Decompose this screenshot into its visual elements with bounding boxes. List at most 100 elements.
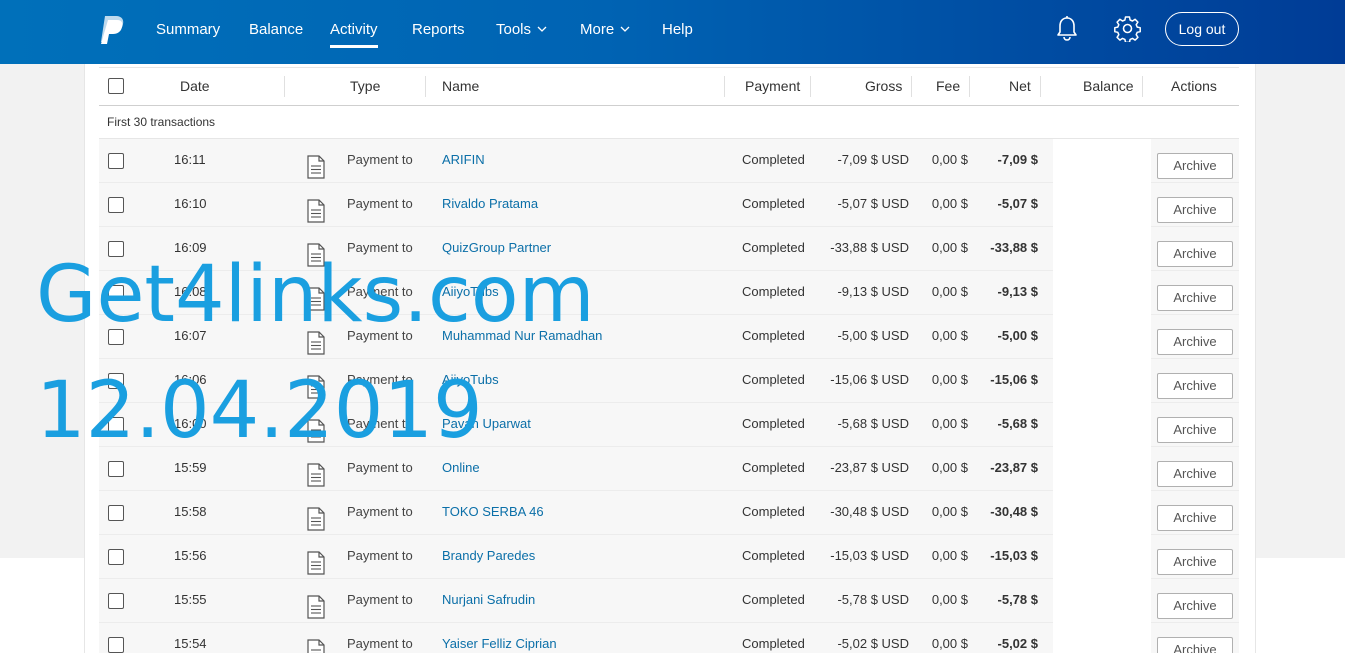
logout-button[interactable]: Log out [1165,12,1239,46]
row-checkbox[interactable] [108,329,124,345]
column-divider[interactable] [1142,76,1143,97]
row-type: Payment to [347,548,413,563]
nav-item-label: Balance [249,21,304,38]
row-name-link[interactable]: Online [442,460,480,475]
row-name-link[interactable]: Nurjani Safrudin [442,592,535,607]
row-name-link[interactable]: TOKO SERBA 46 [442,504,544,519]
row-checkbox[interactable] [108,373,124,389]
row-type: Payment to [347,284,413,299]
nav-item-balance[interactable]: Balance [249,21,303,39]
paypal-logo-icon[interactable] [98,14,126,46]
nav-item-more[interactable]: More [580,21,630,39]
column-divider[interactable] [969,76,970,97]
archive-button[interactable]: Archive [1157,637,1233,653]
header-name[interactable]: Name [442,78,479,94]
row-checkbox[interactable] [108,549,124,565]
row-checkbox[interactable] [108,417,124,433]
archive-button[interactable]: Archive [1157,461,1233,487]
row-background [99,403,1053,447]
archive-button[interactable]: Archive [1157,153,1233,179]
archive-button[interactable]: Archive [1157,373,1233,399]
nav-item-label: Tools [496,21,532,38]
row-name-link[interactable]: ARIFIN [442,152,485,167]
row-time: 16:10 [174,196,207,211]
row-gross: -5,07 $ USD [837,196,909,211]
table-row[interactable]: 15:59 Payment to Online Completed -23,87 $ U… [99,447,1239,491]
column-divider[interactable] [425,76,426,97]
archive-button[interactable]: Archive [1157,505,1233,531]
chevron-down-icon [620,26,630,32]
row-time: 16:06 [174,372,207,387]
nav-item-summary[interactable]: Summary [156,21,220,39]
row-name-link[interactable]: Brandy Paredes [442,548,535,563]
row-background [99,183,1053,227]
row-fee: 0,00 $ [931,372,968,387]
archive-button[interactable]: Archive [1157,593,1233,619]
nav-item-tools[interactable]: Tools [496,21,547,39]
row-checkbox[interactable] [108,153,124,169]
archive-button[interactable]: Archive [1157,285,1233,311]
table-row[interactable]: 15:55 Payment to Nurjani Safrudin Completed… [99,579,1239,623]
row-checkbox[interactable] [108,593,124,609]
table-row[interactable]: 16:10 Payment to Rivaldo Pratama Completed -… [99,183,1239,227]
row-fee: 0,00 $ [931,284,968,299]
table-row[interactable]: 16:08 Payment to AiiyoTubs Completed -9,13 $… [99,271,1239,315]
header-type[interactable]: Type [350,78,380,94]
nav-item-help[interactable]: Help [662,21,693,39]
row-fee: 0,00 $ [931,548,968,563]
chevron-down-icon [537,26,547,32]
table-row[interactable]: 16:06 Payment to AiiyoTubs Completed -15,06 … [99,359,1239,403]
table-row[interactable]: 16:00 Payment to Pavan Uparwat Completed -5,… [99,403,1239,447]
table-row[interactable]: 16:09 Payment to QuizGroup Partner Complete… [99,227,1239,271]
row-checkbox[interactable] [108,505,124,521]
table-row[interactable]: 16:11 Payment to ARIFIN Completed -7,09 $ US… [99,139,1239,183]
table-row[interactable]: 15:54 Payment to Yaiser Felliz Ciprian Comp… [99,623,1239,653]
document-icon [307,507,325,531]
row-name-link[interactable]: Pavan Uparwat [442,416,531,431]
row-time: 16:08 [174,284,207,299]
nav-item-reports[interactable]: Reports [412,21,465,39]
header-net[interactable]: Net [1009,78,1031,94]
top-navigation-bar: Summary Balance Activity Reports Tools More He… [0,0,1345,64]
row-checkbox[interactable] [108,637,124,653]
row-type: Payment to [347,372,413,387]
nav-item-activity[interactable]: Activity [330,21,378,48]
row-checkbox[interactable] [108,241,124,257]
row-checkbox[interactable] [108,285,124,301]
table-row[interactable]: 15:58 Payment to TOKO SERBA 46 Completed -30… [99,491,1239,535]
row-checkbox[interactable] [108,197,124,213]
bell-icon[interactable] [1055,15,1079,43]
row-fee: 0,00 $ [931,460,968,475]
row-checkbox[interactable] [108,461,124,477]
column-divider[interactable] [1040,76,1041,97]
row-fee: 0,00 $ [931,592,968,607]
row-status: Completed [742,328,805,343]
header-fee[interactable]: Fee [936,78,960,94]
row-gross: -5,68 $ USD [837,416,909,431]
row-name-link[interactable]: Yaiser Felliz Ciprian [442,636,557,651]
row-name-link[interactable]: Rivaldo Pratama [442,196,538,211]
header-gross[interactable]: Gross [865,78,902,94]
row-fee: 0,00 $ [931,636,968,651]
header-date[interactable]: Date [180,78,210,94]
archive-button[interactable]: Archive [1157,549,1233,575]
gear-icon[interactable] [1114,15,1141,42]
table-row[interactable]: 16:07 Payment to Muhammad Nur Ramadhan Comp… [99,315,1239,359]
row-name-link[interactable]: Muhammad Nur Ramadhan [442,328,602,343]
archive-button[interactable]: Archive [1157,329,1233,355]
header-balance[interactable]: Balance [1083,78,1134,94]
nav-item-label: Reports [412,21,465,38]
header-payment[interactable]: Payment [745,78,800,94]
archive-button[interactable]: Archive [1157,197,1233,223]
archive-button[interactable]: Archive [1157,241,1233,267]
column-divider[interactable] [724,76,725,97]
row-name-link[interactable]: AiiyoTubs [442,284,499,299]
table-row[interactable]: 15:56 Payment to Brandy Paredes Completed -1… [99,535,1239,579]
column-divider[interactable] [284,76,285,97]
column-divider[interactable] [911,76,912,97]
archive-button[interactable]: Archive [1157,417,1233,443]
row-name-link[interactable]: AiiyoTubs [442,372,499,387]
column-divider[interactable] [810,76,811,97]
select-all-checkbox[interactable] [108,78,124,94]
row-name-link[interactable]: QuizGroup Partner [442,240,551,255]
